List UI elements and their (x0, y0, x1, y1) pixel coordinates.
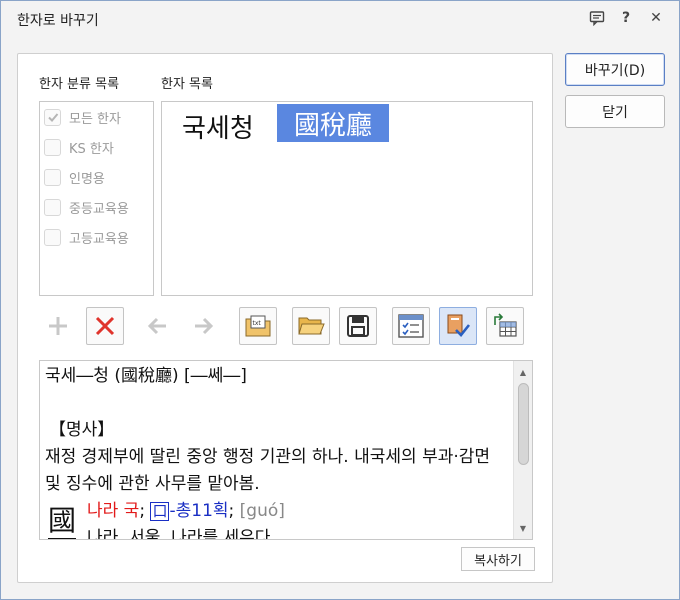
dialog-title: 한자로 바꾸기 (17, 13, 99, 29)
main-panel: 한자 분류 목록 한자 목록 모든 한자 KS 한자 인명용 중등교육용 고등교… (17, 53, 553, 583)
category-item-label: 중등교육용 (69, 201, 129, 217)
category-list: 모든 한자 KS 한자 인명용 중등교육용 고등교육용 (39, 101, 154, 296)
book-check-icon[interactable] (439, 307, 477, 345)
checkbox-icon[interactable] (44, 168, 61, 186)
checkbox-icon[interactable] (44, 198, 61, 216)
radical-box: 口 (150, 502, 170, 521)
dictionary-file-icon[interactable]: txt (239, 307, 277, 345)
scroll-up-icon[interactable]: ▲ (514, 363, 532, 381)
pinyin: [guó] (239, 501, 285, 521)
scroll-thumb[interactable] (518, 383, 529, 465)
help-button[interactable]: ? (615, 7, 637, 29)
category-item-label: 모든 한자 (69, 111, 121, 127)
category-item-ks[interactable]: KS 한자 (44, 137, 114, 157)
checkbox-icon[interactable] (44, 138, 61, 156)
category-item-middle-school[interactable]: 중등교육용 (44, 197, 129, 217)
radical-strokes: -총11획 (169, 501, 229, 521)
category-item-label: 인명용 (69, 171, 105, 187)
svg-text:txt: txt (253, 320, 262, 327)
checkbox-checked-icon[interactable] (44, 108, 61, 126)
category-list-label: 한자 분류 목록 (39, 77, 120, 92)
arrow-right-icon[interactable] (184, 307, 222, 345)
dictionary-headword: 국세―청 (國稅廳) [―쎄―] (45, 366, 247, 386)
category-item-name[interactable]: 인명용 (44, 167, 105, 187)
add-icon[interactable] (39, 307, 77, 345)
copy-button[interactable]: 복사하기 (461, 547, 535, 571)
char-big: 國 (48, 504, 77, 539)
char-gloss: 나라, 서울, 나라를 세우다 (87, 528, 271, 540)
delete-icon[interactable] (86, 307, 124, 345)
separator: ; (228, 501, 235, 521)
checkbox-icon[interactable] (44, 228, 61, 246)
separator: ; (139, 501, 146, 521)
open-folder-icon[interactable] (292, 307, 330, 345)
category-item-all[interactable]: 모든 한자 (44, 107, 121, 127)
convert-button-label: 바꾸기(D) (584, 62, 646, 79)
hanja-list: 국세청 國稅廳 (161, 101, 533, 296)
checklist-icon[interactable] (392, 307, 430, 345)
dictionary-definition: 재정 경제부에 딸린 중앙 행정 기관의 하나. 내국세의 부과·감면 및 징수… (45, 447, 491, 494)
vertical-scrollbar[interactable]: ▲ ▼ (513, 361, 532, 539)
dictionary-text: 국세―청 (國稅廳) [―쎄―] 【명사】 재정 경제부에 딸린 중앙 행정 기… (45, 363, 511, 540)
category-item-label: 고등교육용 (69, 231, 129, 247)
category-item-high-school[interactable]: 고등교육용 (44, 227, 129, 247)
save-icon[interactable] (339, 307, 377, 345)
dictionary-pos: 【명사】 (49, 420, 115, 440)
comment-icon[interactable] (586, 7, 608, 29)
arrow-left-icon[interactable] (139, 307, 177, 345)
hanja-option-selected[interactable]: 國稅廳 (277, 104, 389, 142)
hangul-word: 국세청 (182, 114, 254, 144)
close-button[interactable]: ✕ (645, 7, 667, 29)
hanja-list-label: 한자 목록 (161, 77, 213, 92)
title-bar: 한자로 바꾸기 ? ✕ (1, 1, 679, 37)
hanja-convert-dialog: 한자로 바꾸기 ? ✕ 한자 분류 목록 한자 목록 모든 한자 KS 한자 인… (0, 0, 680, 600)
dictionary-char-entry: 國 나라 국; 口 -총11획; [guó] 나라, 서울, 나라를 세우다 (45, 498, 511, 540)
char-meaning: 나라 국 (87, 501, 140, 521)
convert-table-icon[interactable] (486, 307, 524, 345)
dictionary-view[interactable]: 국세―청 (國稅廳) [―쎄―] 【명사】 재정 경제부에 딸린 중앙 행정 기… (39, 360, 533, 540)
convert-button[interactable]: 바꾸기(D) (565, 53, 665, 86)
scroll-down-icon[interactable]: ▼ (514, 519, 532, 537)
category-item-label: KS 한자 (69, 141, 114, 157)
close-dialog-button[interactable]: 닫기 (565, 95, 665, 128)
